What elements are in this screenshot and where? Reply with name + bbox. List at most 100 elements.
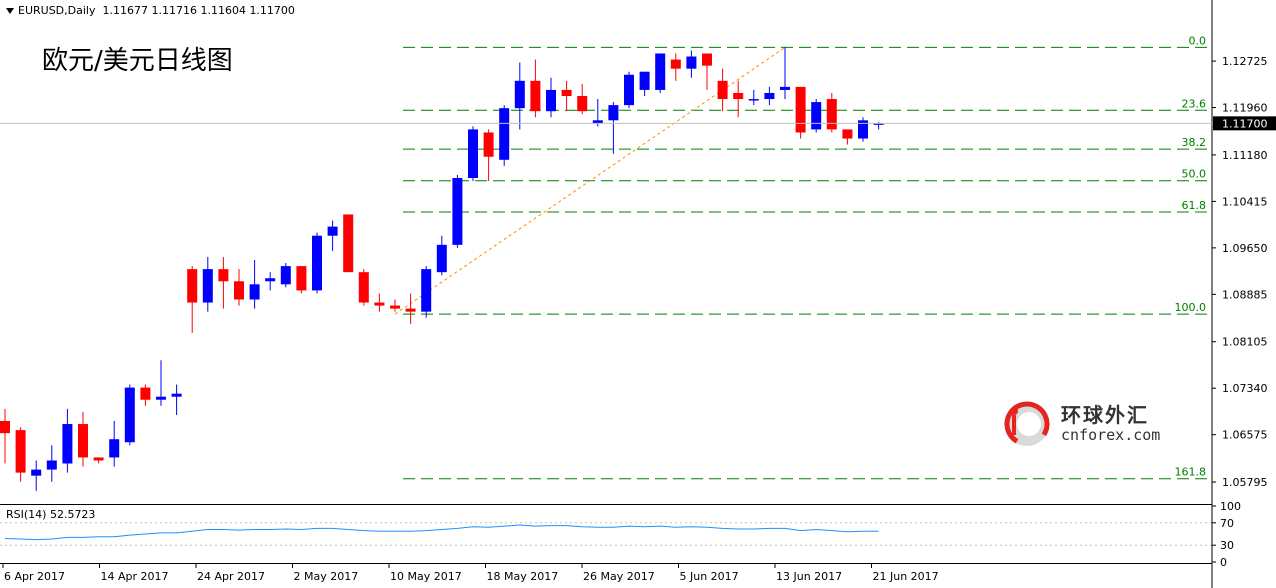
candle — [670, 53, 681, 81]
candle — [608, 102, 619, 154]
candle-body — [702, 53, 712, 66]
symbol-label: EURUSD,Daily — [18, 4, 96, 17]
candle-body — [546, 89, 556, 112]
rsi-tick-label: 70 — [1220, 517, 1234, 530]
candle — [78, 411, 88, 467]
candle — [748, 89, 759, 106]
candle — [795, 86, 806, 139]
fib-level-label: 38.2 — [1182, 136, 1207, 149]
chevron-down-icon[interactable] — [6, 8, 14, 14]
candle — [327, 220, 338, 251]
candle — [265, 272, 276, 291]
fib-level-label: 50.0 — [1182, 168, 1207, 181]
candle — [280, 263, 291, 288]
fib-level-label: 61.8 — [1182, 199, 1207, 212]
candle — [561, 80, 572, 112]
candle — [140, 384, 151, 406]
candle — [46, 445, 57, 482]
candles — [0, 47, 884, 491]
candle-body — [655, 53, 666, 90]
candle-body — [748, 99, 759, 101]
candle-body — [327, 226, 338, 236]
candle — [546, 77, 556, 118]
candle-body — [421, 269, 432, 312]
fib-level-label: 161.8 — [1175, 466, 1207, 479]
candle — [343, 214, 354, 273]
rsi-panel: 100 70 30 0 — [0, 500, 1241, 569]
candle — [436, 235, 447, 276]
candle — [592, 99, 603, 127]
time-tick-label: 24 Apr 2017 — [197, 570, 265, 583]
candle-body — [218, 269, 229, 282]
candle-body — [514, 80, 525, 109]
candle-body — [468, 129, 478, 179]
candle-body — [156, 396, 166, 400]
candle-body — [124, 387, 135, 443]
candle-body — [826, 99, 837, 130]
candle-body — [780, 86, 790, 90]
candle — [577, 83, 588, 115]
candle — [499, 105, 510, 166]
candle-body — [499, 108, 510, 160]
candle — [702, 53, 712, 90]
candle — [686, 50, 697, 78]
candle-body — [234, 281, 244, 300]
time-tick-label: 26 May 2017 — [583, 570, 655, 583]
price-tick-label: 1.06575 — [1222, 429, 1268, 442]
price-tick-label: 1.10415 — [1222, 195, 1268, 208]
candle — [764, 86, 775, 106]
candle-body — [639, 71, 650, 90]
candle-body — [608, 105, 619, 121]
chart-title: 欧元/美元日线图 — [42, 46, 233, 76]
candle-body — [405, 308, 416, 312]
candle — [234, 269, 244, 306]
current-price-label: 1.11700 — [1222, 117, 1268, 130]
time-tick-label: 6 Apr 2017 — [4, 570, 65, 583]
rsi-tick-label: 100 — [1220, 500, 1241, 513]
candle-body — [93, 457, 104, 461]
price-tick-label: 1.08105 — [1222, 336, 1268, 349]
price-tick-label: 1.11180 — [1222, 149, 1268, 162]
candle-body — [358, 272, 369, 303]
candle-body — [452, 178, 463, 245]
price-axis: 1.12725 1.11960 1.11180 1.10415 1.09650 1.088… — [1212, 55, 1276, 489]
candle — [826, 92, 837, 133]
candle — [811, 99, 822, 133]
candle — [514, 62, 525, 130]
ohlc-readout: 1.11677 1.11716 1.11604 1.11700 — [102, 4, 295, 17]
candle — [187, 266, 198, 333]
fib-level-label: 0.0 — [1189, 34, 1207, 47]
price-tick-label: 1.11960 — [1222, 102, 1268, 115]
candle-body — [0, 420, 10, 434]
candle — [468, 126, 478, 182]
candle — [31, 460, 42, 491]
candle — [530, 59, 541, 118]
rsi-line — [4, 524, 879, 541]
price-tick-label: 1.09650 — [1222, 242, 1268, 255]
candle-body — [795, 86, 806, 133]
logo-text-en: cnforex.com — [1061, 426, 1161, 444]
candle-body — [202, 269, 213, 303]
price-tick-label: 1.08885 — [1222, 288, 1268, 301]
fib-level-label: 100.0 — [1175, 301, 1207, 314]
candle — [249, 260, 260, 309]
candle-body — [717, 80, 728, 100]
candle — [858, 117, 868, 142]
time-tick-label: 14 Apr 2017 — [101, 570, 169, 583]
candle-body — [280, 266, 291, 285]
candle — [171, 384, 182, 415]
logo-icon — [1004, 401, 1050, 447]
chart-root: 0.0 23.6 38.2 50.0 61.8 100.0 161.8 1.12725 1.1… — [0, 0, 1276, 588]
candle — [109, 420, 120, 467]
logo-text-cn: 环球外汇 — [1061, 403, 1149, 427]
candle — [296, 266, 307, 294]
candle — [655, 53, 666, 93]
candle-body — [436, 244, 447, 273]
candle-body — [686, 56, 697, 69]
candle-body — [670, 59, 681, 69]
candle — [358, 269, 369, 306]
candle — [218, 256, 229, 309]
candlestick-chart: 0.023.638.250.061.8100.0161.8 1.127251.1… — [0, 0, 1276, 588]
candle — [421, 266, 432, 318]
candle-body — [31, 469, 42, 476]
